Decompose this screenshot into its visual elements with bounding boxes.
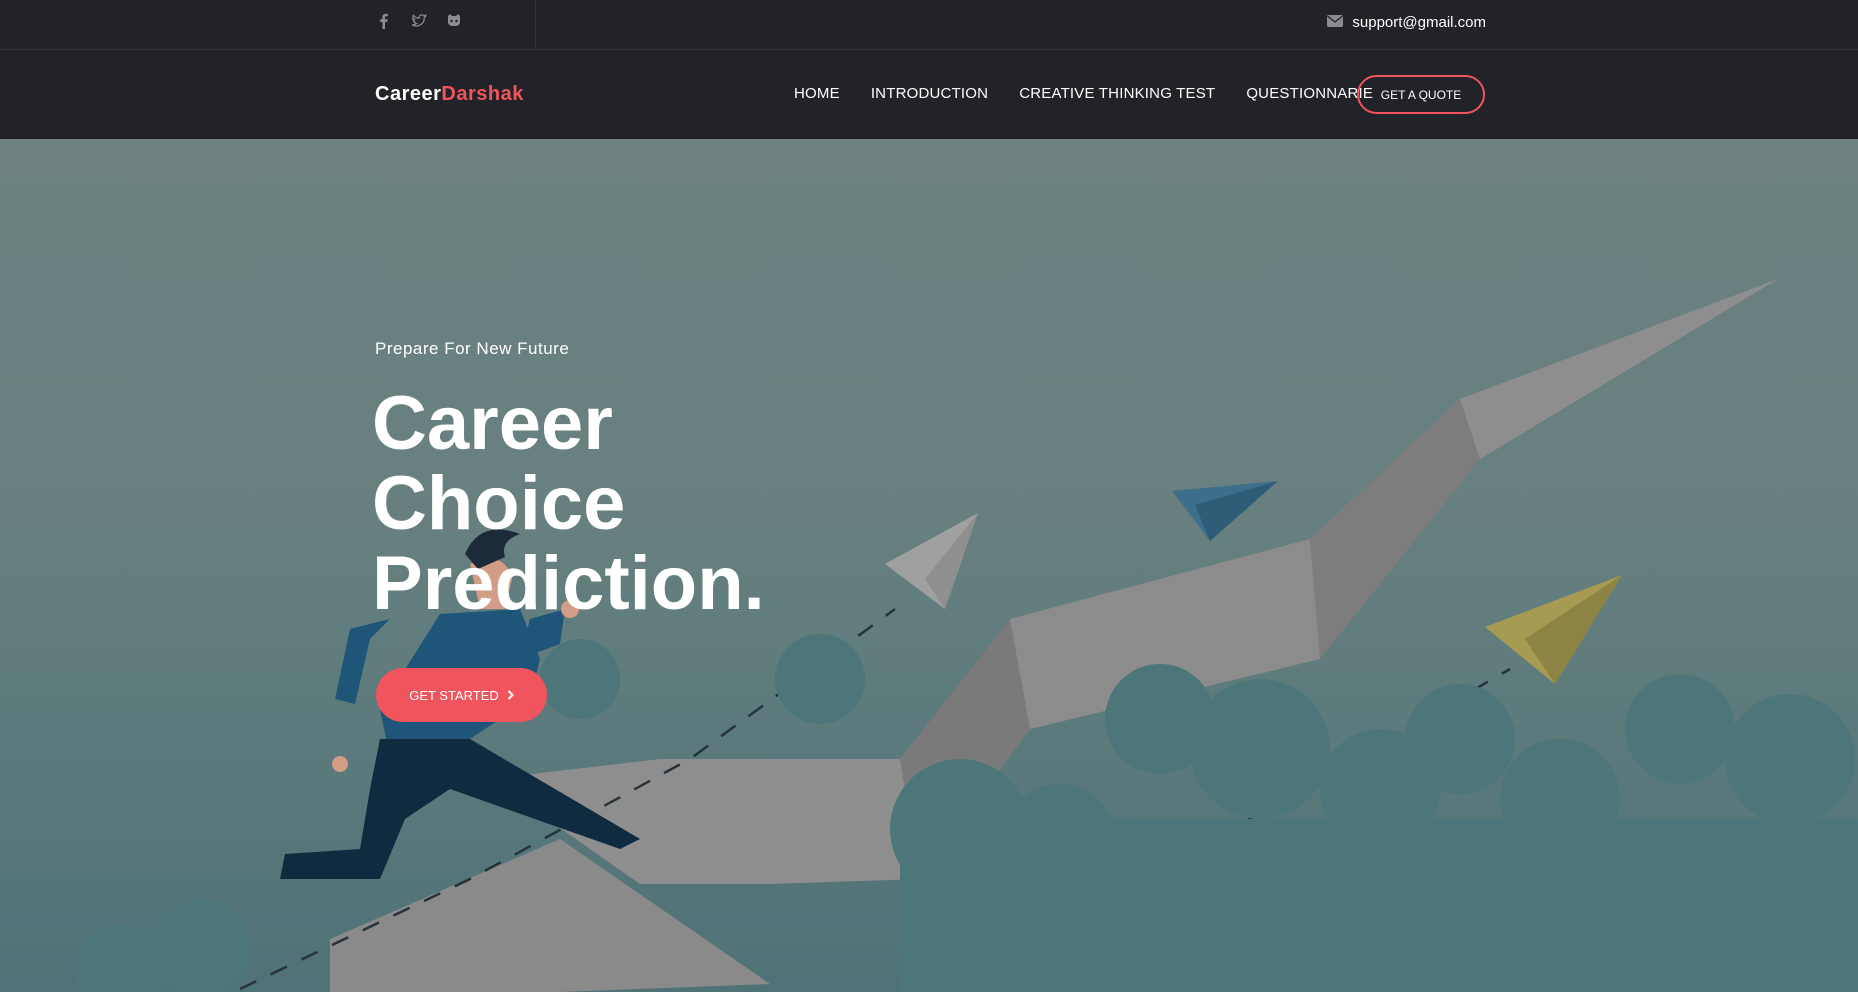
social-links <box>375 12 463 30</box>
hero-title-line-3: Prediction. <box>372 541 765 626</box>
email-text: support@gmail.com <box>1352 14 1486 31</box>
hero-title: Career Choice Prediction. <box>372 384 892 624</box>
github-icon[interactable] <box>445 12 463 30</box>
hero-section: Prepare For New Future Career Choice Pre… <box>0 139 1858 992</box>
paper-plane-yellow <box>1485 575 1622 684</box>
main-navbar: CareerDarshak HOME INTRODUCTION CREATIVE… <box>0 50 1858 139</box>
brand-name-part2: Darshak <box>441 83 524 105</box>
get-started-label: GET STARTED <box>409 687 499 703</box>
get-started-button[interactable]: GET STARTED <box>376 668 547 722</box>
twitter-icon[interactable] <box>410 12 428 30</box>
hero-title-line-1: Career <box>372 381 613 466</box>
nav-creative-thinking-test[interactable]: CREATIVE THINKING TEST <box>1019 85 1215 102</box>
top-bar-divider <box>535 0 536 50</box>
contact-email[interactable]: support@gmail.com <box>1327 14 1486 31</box>
top-bar: support@gmail.com <box>0 0 1858 50</box>
hero-pretitle: Prepare For New Future <box>375 339 570 358</box>
nav-questionnaire[interactable]: QUESTIONNARIE <box>1246 85 1373 102</box>
hero-illustration <box>75 279 1858 992</box>
hero-title-line-2: Choice <box>372 461 626 546</box>
nav-introduction[interactable]: INTRODUCTION <box>871 85 988 102</box>
facebook-icon[interactable] <box>375 12 393 30</box>
get-a-quote-button[interactable]: GET A QUOTE <box>1357 75 1485 114</box>
brand-name-part1: Career <box>375 83 442 105</box>
chevron-right-icon <box>507 688 514 703</box>
nav-home[interactable]: HOME <box>794 85 840 102</box>
brand-logo[interactable]: CareerDarshak <box>375 83 524 106</box>
paper-plane-gray <box>885 513 978 609</box>
nav-menu: HOME INTRODUCTION CREATIVE THINKING TEST… <box>794 85 1373 102</box>
paper-plane-blue <box>1172 481 1278 541</box>
envelope-icon <box>1327 14 1344 31</box>
